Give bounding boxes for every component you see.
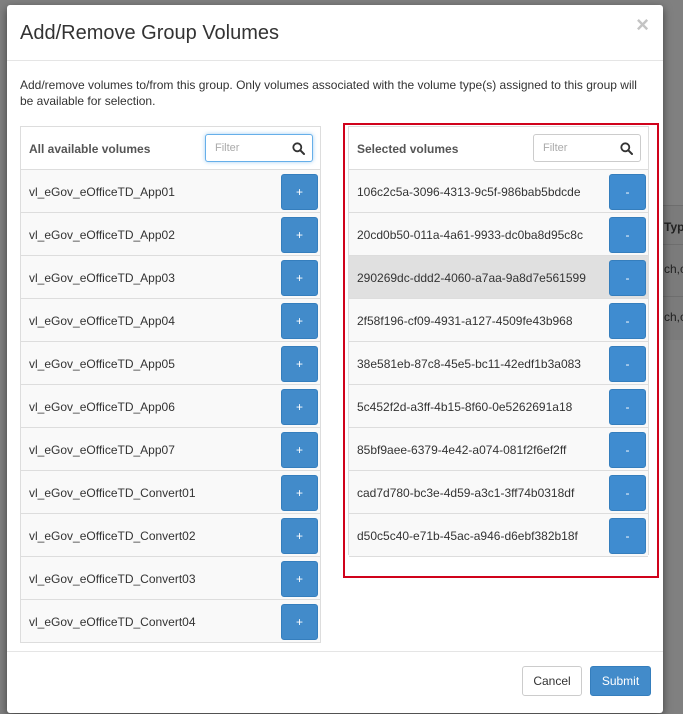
submit-button[interactable]: Submit <box>590 666 651 696</box>
remove-volume-button[interactable]: - <box>609 260 646 296</box>
selected-volume-row: 85bf9aee-6379-4e42-a074-081f2f6ef2ff - <box>349 428 648 471</box>
background-column-header: Type <box>664 220 683 234</box>
close-icon[interactable]: × <box>636 14 649 36</box>
selected-volume-label: 38e581eb-87c8-45e5-bc11-42edf1b3a083 <box>357 357 581 371</box>
background-row-divider <box>662 296 683 297</box>
selected-volume-row: 106c2c5a-3096-4313-9c5f-986bab5bdcde - <box>349 170 648 213</box>
available-volume-label: vl_eGov_eOfficeTD_App07 <box>29 443 175 457</box>
selected-volume-label: 85bf9aee-6379-4e42-a074-081f2f6ef2ff <box>357 443 567 457</box>
available-filter-input[interactable] <box>206 135 286 161</box>
available-volume-row: vl_eGov_eOfficeTD_App01 + <box>21 170 320 213</box>
available-filter-box <box>205 134 313 162</box>
add-volume-button[interactable]: + <box>281 217 318 253</box>
available-volume-label: vl_eGov_eOfficeTD_App03 <box>29 271 175 285</box>
selected-volumes-title: Selected volumes <box>357 142 459 156</box>
remove-volume-button[interactable]: - <box>609 432 646 468</box>
available-volume-row: vl_eGov_eOfficeTD_App04 + <box>21 299 320 342</box>
available-volumes-title: All available volumes <box>29 142 151 156</box>
selected-volume-label: 20cd0b50-011a-4a61-9933-dc0ba8d95c8c <box>357 228 583 242</box>
cancel-button[interactable]: Cancel <box>522 666 582 696</box>
selected-volume-label: 106c2c5a-3096-4313-9c5f-986bab5bdcde <box>357 185 581 199</box>
selected-volumes-list: 106c2c5a-3096-4313-9c5f-986bab5bdcde -20c… <box>349 170 648 557</box>
available-volume-label: vl_eGov_eOfficeTD_Convert01 <box>29 486 196 500</box>
add-volume-button[interactable]: + <box>281 389 318 425</box>
selected-volume-label: d50c5c40-e71b-45ac-a946-d6ebf382b18f <box>357 529 578 543</box>
remove-volume-button[interactable]: - <box>609 174 646 210</box>
add-volume-button[interactable]: + <box>281 303 318 339</box>
available-volume-label: vl_eGov_eOfficeTD_Convert02 <box>29 529 196 543</box>
modal-title: Add/Remove Group Volumes <box>20 22 280 44</box>
add-volume-button[interactable]: + <box>281 604 318 640</box>
background-cell: ch,c <box>664 310 683 324</box>
search-icon[interactable] <box>620 142 633 155</box>
available-volume-row: vl_eGov_eOfficeTD_Convert03 + <box>21 557 320 600</box>
add-volume-button[interactable]: + <box>281 475 318 511</box>
selected-volume-row: 290269dc-ddd2-4060-a7aa-9a8d7e561599 - <box>349 256 648 299</box>
available-volume-label: vl_eGov_eOfficeTD_App01 <box>29 185 175 199</box>
add-volume-button[interactable]: + <box>281 518 318 554</box>
available-volume-row: vl_eGov_eOfficeTD_App03 + <box>21 256 320 299</box>
selected-volumes-panel: Selected volumes 106c2c5a-3096-4313-9c5f… <box>348 126 649 557</box>
selected-volume-label: 290269dc-ddd2-4060-a7aa-9a8d7e561599 <box>357 271 586 285</box>
available-volume-label: vl_eGov_eOfficeTD_Convert04 <box>29 615 196 629</box>
available-volume-label: vl_eGov_eOfficeTD_App04 <box>29 314 175 328</box>
modal-footer: Cancel Submit <box>7 651 663 713</box>
remove-volume-button[interactable]: - <box>609 518 646 554</box>
selected-volume-row: d50c5c40-e71b-45ac-a946-d6ebf382b18f - <box>349 514 648 557</box>
available-volume-label: vl_eGov_eOfficeTD_App02 <box>29 228 175 242</box>
selected-volume-row: 38e581eb-87c8-45e5-bc11-42edf1b3a083 - <box>349 342 648 385</box>
selected-volume-label: 2f58f196-cf09-4931-a127-4509fe43b968 <box>357 314 573 328</box>
selected-volume-row: 2f58f196-cf09-4931-a127-4509fe43b968 - <box>349 299 648 342</box>
add-volume-button[interactable]: + <box>281 346 318 382</box>
add-volume-button[interactable]: + <box>281 174 318 210</box>
remove-volume-button[interactable]: - <box>609 475 646 511</box>
modal-description: Add/remove volumes to/from this group. O… <box>20 78 637 108</box>
available-volumes-list: vl_eGov_eOfficeTD_App01 + vl_eGov_eOfficeT… <box>21 170 320 643</box>
add-volume-button[interactable]: + <box>281 432 318 468</box>
available-volume-row: vl_eGov_eOfficeTD_Convert01 + <box>21 471 320 514</box>
selected-volume-row: 20cd0b50-011a-4a61-9933-dc0ba8d95c8c - <box>349 213 648 256</box>
search-icon[interactable] <box>292 142 305 155</box>
available-volume-row: vl_eGov_eOfficeTD_App02 + <box>21 213 320 256</box>
selected-volume-label: cad7d780-bc3e-4d59-a3c1-3ff74b0318df <box>357 486 575 500</box>
remove-volume-button[interactable]: - <box>609 217 646 253</box>
background-row-divider <box>662 244 683 245</box>
available-volume-row: vl_eGov_eOfficeTD_App06 + <box>21 385 320 428</box>
add-volume-button[interactable]: + <box>281 561 318 597</box>
group-volumes-modal: Add/Remove Group Volumes × Add/remove vo… <box>7 5 663 713</box>
available-volume-label: vl_eGov_eOfficeTD_Convert03 <box>29 572 196 586</box>
available-volume-label: vl_eGov_eOfficeTD_App05 <box>29 357 175 371</box>
selected-filter-input[interactable] <box>534 135 614 161</box>
selected-filter-box <box>533 134 641 162</box>
add-volume-button[interactable]: + <box>281 260 318 296</box>
available-volume-row: vl_eGov_eOfficeTD_Convert02 + <box>21 514 320 557</box>
selected-volume-row: 5c452f2d-a3ff-4b15-8f60-0e5262691a18 - <box>349 385 648 428</box>
modal-header: Add/Remove Group Volumes × <box>7 5 663 61</box>
available-volumes-header: All available volumes <box>21 127 320 170</box>
selected-volumes-header: Selected volumes <box>349 127 648 170</box>
available-volume-row: vl_eGov_eOfficeTD_Convert04 + <box>21 600 320 643</box>
available-volume-row: vl_eGov_eOfficeTD_App07 + <box>21 428 320 471</box>
background-cell: ch,c <box>664 262 683 276</box>
remove-volume-button[interactable]: - <box>609 389 646 425</box>
selected-volume-row: cad7d780-bc3e-4d59-a3c1-3ff74b0318df - <box>349 471 648 514</box>
available-volume-row: vl_eGov_eOfficeTD_App05 + <box>21 342 320 385</box>
available-volumes-panel: All available volumes vl_eGov_eOfficeTD_… <box>20 126 321 643</box>
available-volume-label: vl_eGov_eOfficeTD_App06 <box>29 400 175 414</box>
remove-volume-button[interactable]: - <box>609 346 646 382</box>
remove-volume-button[interactable]: - <box>609 303 646 339</box>
selected-volume-label: 5c452f2d-a3ff-4b15-8f60-0e5262691a18 <box>357 400 573 414</box>
